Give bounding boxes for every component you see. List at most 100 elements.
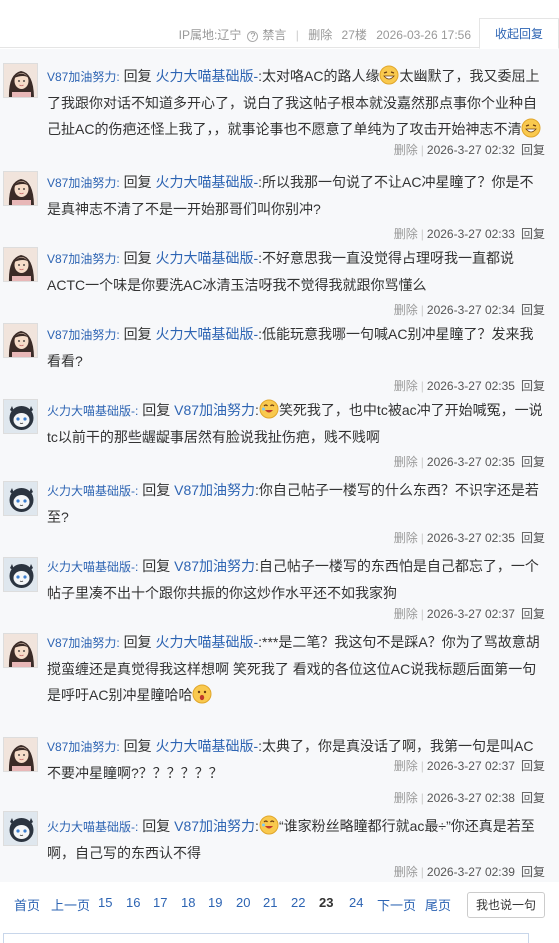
grin-emoji-icon [521,118,541,138]
reply-username[interactable]: V87加油努力: [47,636,120,650]
page-link[interactable]: 15 [98,895,112,910]
reply-time: 2026-3-27 02:35 [426,531,515,545]
reply-footer: 删除 | 2026-3-27 02:37 回复 [393,607,545,621]
mute-link[interactable]: 禁言 [262,28,286,42]
reply-word: 回复 [123,634,152,650]
reply-word: 回复 [123,174,152,190]
delete-reply-link[interactable]: 删除 [394,791,418,805]
reply-content: V87加油努力: 回复 火力大喵基础版-:所以我那一句说了不让AC冲星瞳了？你是… [47,169,545,222]
reply-time: 2026-3-27 02:32 [426,143,515,157]
delete-reply-link[interactable]: 删除 [394,865,418,879]
avatar[interactable] [3,737,38,772]
avatar[interactable] [3,481,38,516]
page-link[interactable]: 21 [263,895,277,910]
reply-content: 火力大喵基础版-: 回复 V87加油努力:自己帖子一楼写的东西怕是自己都忘了，一… [47,553,545,606]
reply-target[interactable]: V87加油努力 [174,482,255,498]
reply-button[interactable]: 回复 [521,303,545,317]
reply-button[interactable]: 回复 [521,531,545,545]
last-page-link[interactable]: 尾页 [425,895,451,914]
reply-target[interactable]: 火力大喵基础版- [155,174,258,190]
reply-text: :***是二笔？我这句不是踩A？你为了骂故意胡搅蛮缠还是真觉得我这样想啊 笑死我… [47,634,540,703]
reply-word: 回复 [123,738,152,754]
reply-target[interactable]: V87加油努力 [174,558,255,574]
delete-reply-link[interactable]: 删除 [394,143,418,157]
floor-number: 27楼 [341,28,367,42]
delete-reply-link[interactable]: 删除 [394,531,418,545]
reply-time: 2026-3-27 02:35 [426,455,515,469]
collapse-replies-button[interactable]: 收起回复 [479,18,559,49]
reply-content: V87加油努力: 回复 火力大喵基础版-:***是二笔？我这句不是踩A？你为了骂… [47,629,545,708]
avatar[interactable] [3,247,38,282]
page-link[interactable]: 16 [126,895,140,910]
delete-reply-link[interactable]: 删除 [394,303,418,317]
page-link[interactable]: 22 [291,895,305,910]
reply-button[interactable]: 回复 [521,791,545,805]
reply-target[interactable]: 火力大喵基础版- [155,250,258,266]
reply-button[interactable]: 回复 [521,865,545,879]
reply-target[interactable]: 火力大喵基础版- [155,738,258,754]
reply-target[interactable]: 火力大喵基础版- [155,326,258,342]
avatar[interactable] [3,399,38,434]
reply-footer: 删除 | 2026-3-27 02:38 回复 [393,791,545,805]
surprised-emoji-icon [192,684,212,704]
reply-list: V87加油努力: 回复 火力大喵基础版-:太对咯AC的路人缘 太幽默了，我又委屈上… [0,49,559,882]
write-reply-button[interactable]: 我也说一句 [467,892,545,918]
page-link[interactable]: 17 [153,895,167,910]
reply-target[interactable]: V87加油努力 [174,402,255,418]
reply-username[interactable]: V87加油努力: [47,252,120,266]
delete-post-link[interactable]: 删除 [308,28,332,42]
reply-target[interactable]: V87加油努力 [174,818,255,834]
laugh-emoji-icon [259,399,279,419]
reply-time: 2026-3-27 02:39 [426,865,515,879]
reply-username[interactable]: 火力大喵基础版-: [47,484,138,498]
delete-reply-link[interactable]: 删除 [394,455,418,469]
separator: | [295,28,299,42]
reply-username[interactable]: 火力大喵基础版-: [47,820,138,834]
reply-word: 回复 [142,482,171,498]
delete-reply-link[interactable]: 删除 [394,607,418,621]
reply-content: V87加油努力: 回复 火力大喵基础版-:太典了，你是真没话了啊，我第一句是叫A… [47,733,545,786]
reply-footer: 删除 | 2026-3-27 02:34 回复 [393,303,545,317]
reply-button[interactable]: 回复 [521,227,545,241]
reply-button[interactable]: 回复 [521,143,545,157]
reply-username[interactable]: V87加油努力: [47,740,120,754]
ip-location: IP属地:辽宁 [178,28,242,42]
reply-username[interactable]: V87加油努力: [47,176,120,190]
reply-target[interactable]: 火力大喵基础版- [155,634,258,650]
reply-button[interactable]: 回复 [521,607,545,621]
reply-content: V87加油努力: 回复 火力大喵基础版-:太对咯AC的路人缘 太幽默了，我又委屈上… [47,63,545,142]
reply-username[interactable]: 火力大喵基础版-: [47,404,138,418]
reply-time: 2026-3-27 02:35 [426,379,515,393]
avatar[interactable] [3,557,38,592]
avatar[interactable] [3,323,38,358]
reply-text: :太对咯AC的路人缘 [258,68,380,84]
avatar[interactable] [3,633,38,668]
reply-button[interactable]: 回复 [521,455,545,469]
delete-reply-link[interactable]: 删除 [394,227,418,241]
reply-text: :低能玩意我哪一句喊AC别冲星瞳了？发来我看看? [47,326,534,369]
reply-username[interactable]: V87加油努力: [47,328,120,342]
reply-input[interactable] [3,933,529,943]
avatar[interactable] [3,63,38,98]
reply-username[interactable]: 火力大喵基础版-: [47,560,138,574]
avatar[interactable] [3,171,38,206]
page-link[interactable]: 18 [181,895,195,910]
help-icon[interactable]: ? [247,31,259,42]
reply-word: 回复 [123,326,152,342]
reply-content: 火力大喵基础版-: 回复 V87加油努力: 笑死我了，也中tc被ac冲了开始喊冤，… [47,397,545,450]
page-link[interactable]: 20 [236,895,250,910]
reply-username[interactable]: V87加油努力: [47,70,120,84]
pagination: 首页 上一页 15 16 17 18 19 20 21 22 23 24 下一页… [0,886,559,926]
avatar[interactable] [3,811,38,846]
prev-page-link[interactable]: 上一页 [51,895,90,914]
reply-footer: 删除 | 2026-3-27 02:35 回复 [393,531,545,545]
reply-target[interactable]: 火力大喵基础版- [155,68,258,84]
delete-reply-link[interactable]: 删除 [394,379,418,393]
first-page-link[interactable]: 首页 [14,895,40,914]
page-link[interactable]: 19 [208,895,222,910]
page-link[interactable]: 24 [349,895,363,910]
reply-word: 回复 [142,558,171,574]
next-page-link[interactable]: 下一页 [377,895,416,914]
reply-word: 回复 [123,250,152,266]
reply-button[interactable]: 回复 [521,379,545,393]
